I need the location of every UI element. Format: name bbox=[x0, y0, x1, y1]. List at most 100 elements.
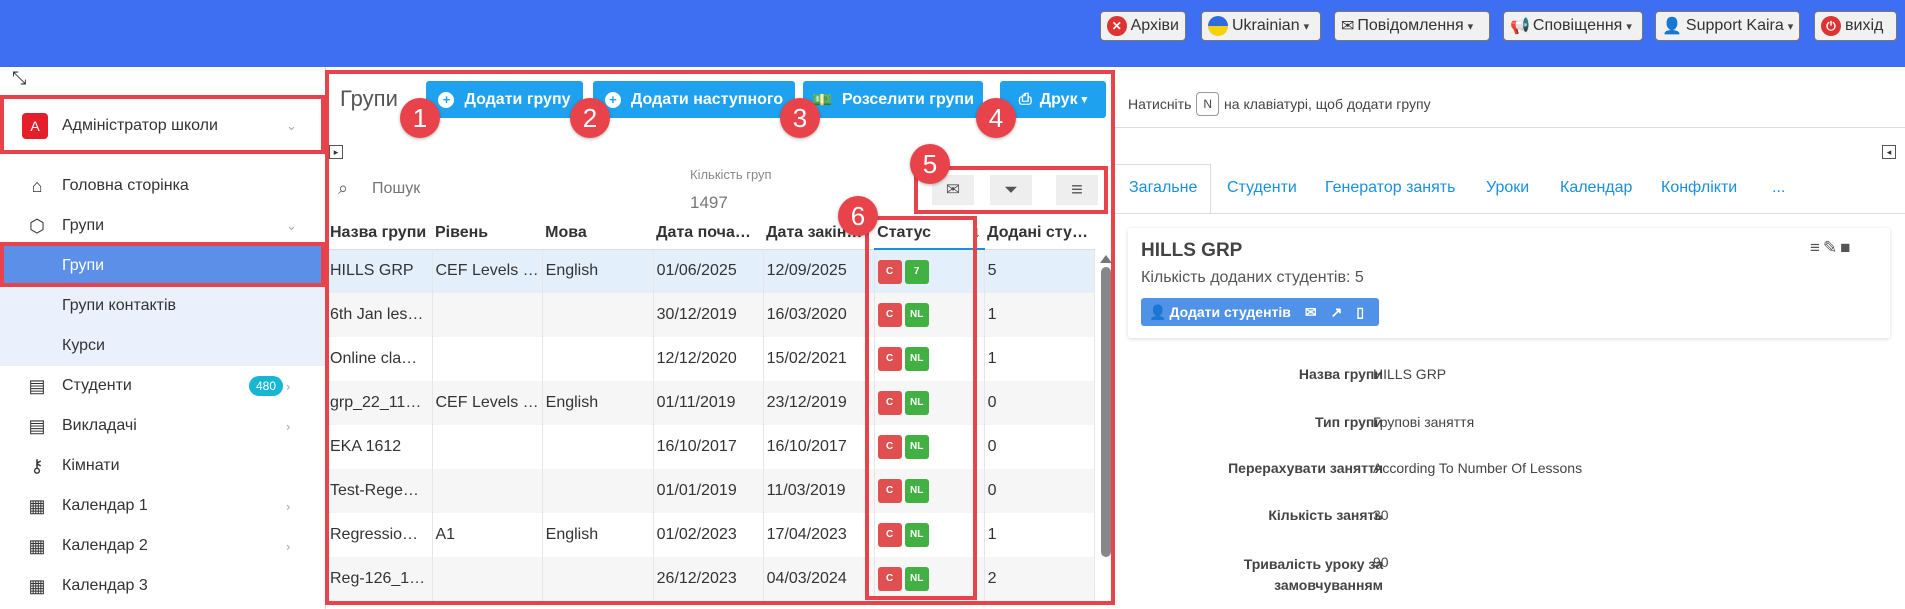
tab-students[interactable]: Студенти bbox=[1227, 179, 1297, 197]
pencil-icon[interactable]: ✎ bbox=[1823, 238, 1840, 257]
cell-added-students: 0 bbox=[984, 381, 1095, 425]
print-label: Друк bbox=[1039, 90, 1078, 108]
collapse-panel-icon[interactable]: ◂ bbox=[1882, 145, 1896, 159]
tab-more[interactable]: ... bbox=[1772, 179, 1785, 197]
archives-button[interactable]: ✕ Архіви bbox=[1100, 11, 1186, 41]
detail-panel-top bbox=[1113, 165, 1905, 166]
table-scrollbar[interactable] bbox=[1100, 255, 1112, 595]
cell-added-students: 1 bbox=[984, 293, 1095, 337]
cell-end-date: 16/10/2017 bbox=[763, 425, 875, 469]
messages-label: Повідомлення bbox=[1357, 17, 1464, 34]
sidebar-subitem-courses[interactable]: Курси bbox=[0, 326, 325, 366]
cell-status: C NL bbox=[874, 293, 985, 337]
sidebar-item-calendar-3[interactable]: ▦ Календар 3 bbox=[0, 566, 325, 606]
column-header-name[interactable]: Назва групи bbox=[327, 217, 432, 250]
tab-lessons[interactable]: Уроки bbox=[1486, 179, 1529, 197]
tab-calendar[interactable]: Календар bbox=[1560, 179, 1632, 197]
cell-status: C NL bbox=[874, 557, 985, 601]
sidebar-item-calendar-1[interactable]: ▦ Календар 1 › bbox=[0, 486, 325, 526]
cell-end-date: 12/09/2025 bbox=[763, 249, 875, 293]
logout-button[interactable]: ⏻ вихід bbox=[1814, 11, 1897, 41]
add-students-button[interactable]: 👤 Додати студентів bbox=[1149, 304, 1291, 321]
user-icon: 👤 bbox=[1662, 18, 1682, 35]
cell-group-name: grp_22_11… bbox=[327, 381, 433, 425]
user-menu-button[interactable]: 👤 Support Kaira ▾ bbox=[1655, 11, 1800, 41]
tab-lesson-generator[interactable]: Генератор занять bbox=[1325, 179, 1455, 197]
cell-status: C NL bbox=[874, 469, 985, 513]
sidebar-item-label: Групи bbox=[62, 217, 105, 234]
keyboard-hint: Натисніть N на клавіатурі, щоб додати гр… bbox=[1128, 92, 1431, 116]
language-select[interactable]: Ukrainian ▾ bbox=[1201, 11, 1321, 41]
list-icon[interactable]: ≡ bbox=[1810, 238, 1823, 257]
groups-count-value: 1497 bbox=[690, 193, 728, 212]
cell-end-date: 15/02/2021 bbox=[763, 337, 875, 381]
table-row[interactable]: EKA 1612 16/10/2017 16/10/2017 C NL 0 bbox=[327, 425, 1095, 469]
table-row[interactable]: grp_22_11… CEF Levels … English 01/11/2019 2… bbox=[327, 381, 1095, 425]
table-row[interactable]: Regressio… A1 English 01/02/2023 17/04/2023 C… bbox=[327, 513, 1095, 557]
messages-button[interactable]: ✉ Повідомлення ▾ bbox=[1334, 11, 1490, 41]
tab-general[interactable]: Загальне bbox=[1129, 179, 1197, 197]
column-header-level[interactable]: Рівень bbox=[432, 217, 543, 250]
status-badge-secondary: NL bbox=[904, 391, 929, 415]
sidebar-item-label: Календар 2 bbox=[62, 537, 148, 554]
cell-start-date: 26/12/2023 bbox=[653, 557, 764, 601]
menu-icon[interactable]: ≡ bbox=[1056, 175, 1098, 205]
sidebar-subitem-contact-groups[interactable]: Групи контактів bbox=[0, 286, 325, 326]
folder-icon[interactable]: ■ bbox=[1840, 238, 1853, 257]
scrollbar-thumb[interactable] bbox=[1101, 267, 1111, 557]
groups-table: Назва групи Рівень Мова Дата поча… Дата … bbox=[327, 217, 1095, 601]
print-button[interactable]: ⎙ Друк ▾ bbox=[1000, 81, 1106, 118]
notifications-button[interactable]: 📢 Сповіщення ▾ bbox=[1503, 11, 1643, 41]
sort-down-arrow-icon: ↓ bbox=[973, 223, 982, 241]
cell-end-date: 04/03/2024 bbox=[763, 557, 875, 601]
id-card-icon: ▤ bbox=[28, 416, 46, 436]
status-badge-c: C bbox=[877, 303, 902, 327]
column-header-start-date[interactable]: Дата поча… bbox=[653, 217, 764, 250]
distribute-groups-button[interactable]: 💵 Розселити групи bbox=[803, 81, 983, 118]
callout-6: 6 bbox=[838, 196, 878, 236]
column-header-status[interactable]: Статус ↓ bbox=[874, 217, 985, 250]
scroll-up-arrow-icon[interactable] bbox=[1100, 255, 1112, 263]
tabs-divider bbox=[1113, 213, 1905, 214]
cell-language bbox=[542, 337, 654, 381]
collapse-arrows-icon[interactable]: ⤡ bbox=[12, 68, 26, 89]
language-label: Ukrainian bbox=[1232, 17, 1300, 34]
table-row[interactable]: 6th Jan les… 30/12/2019 16/03/2020 C NL 1 bbox=[327, 293, 1095, 337]
callout-5: 5 bbox=[910, 144, 950, 184]
sidebar-subitem-groups[interactable]: Групи bbox=[0, 246, 325, 286]
panel-divider bbox=[1113, 127, 1905, 128]
table-row[interactable]: Online cla… 12/12/2020 15/02/2021 C NL 1 bbox=[327, 337, 1095, 381]
calendar-icon: ▦ bbox=[28, 496, 46, 516]
table-row[interactable]: Test-Rege… 01/01/2019 11/03/2019 C NL 0 bbox=[327, 469, 1095, 513]
cell-language bbox=[542, 425, 654, 469]
status-badge-c: C bbox=[877, 523, 902, 547]
add-group-label: Додати групу bbox=[464, 90, 571, 108]
sidebar-item-students[interactable]: ▤ Студенти 480 › bbox=[0, 366, 325, 406]
search-input[interactable] bbox=[372, 176, 662, 202]
table-row[interactable]: Reg-126_1… 26/12/2023 04/03/2024 C NL 2 bbox=[327, 557, 1095, 601]
expand-panel-icon[interactable]: ▸ bbox=[329, 145, 343, 159]
sidebar-item-calendar-2[interactable]: ▦ Календар 2 › bbox=[0, 526, 325, 566]
column-header-added-students[interactable]: Додані сту… bbox=[984, 217, 1095, 250]
add-next-button[interactable]: + Додати наступного bbox=[593, 81, 795, 118]
sidebar-item-teachers[interactable]: ▤ Викладачі › bbox=[0, 406, 325, 446]
distribute-label: Розселити групи bbox=[841, 90, 974, 108]
sidebar-item-rooms[interactable]: ⚷ Кімнати bbox=[0, 446, 325, 486]
status-badge-c: C bbox=[877, 259, 902, 284]
user-label: Support Kaira bbox=[1685, 17, 1784, 34]
filter-icon[interactable]: ⏷ bbox=[990, 175, 1032, 205]
cell-level bbox=[432, 557, 543, 601]
add-group-button[interactable]: + Додати групу bbox=[426, 81, 583, 118]
tab-conflicts[interactable]: Конфлікти bbox=[1661, 179, 1737, 197]
mobile-icon[interactable]: ▯ bbox=[1356, 304, 1364, 321]
column-header-language[interactable]: Мова bbox=[542, 217, 654, 250]
field-value-recalculate: According To Number Of Lessons bbox=[1373, 460, 1583, 476]
share-icon[interactable]: ↗ bbox=[1331, 304, 1343, 321]
sidebar-item-groups[interactable]: ⬡ Групи ⌄ bbox=[0, 206, 325, 246]
cell-status: C NL bbox=[874, 513, 985, 557]
table-row[interactable]: HILLS GRP CEF Levels … English 01/06/2025 12… bbox=[327, 249, 1095, 293]
sidebar-item-home[interactable]: ⌂ Головна сторінка bbox=[0, 166, 325, 206]
envelope-icon[interactable]: ✉ bbox=[1305, 304, 1317, 321]
sidebar-item-label: Календар 3 bbox=[62, 577, 148, 594]
role-selector[interactable]: A Адміністратор школи ⌄ bbox=[2, 97, 322, 155]
